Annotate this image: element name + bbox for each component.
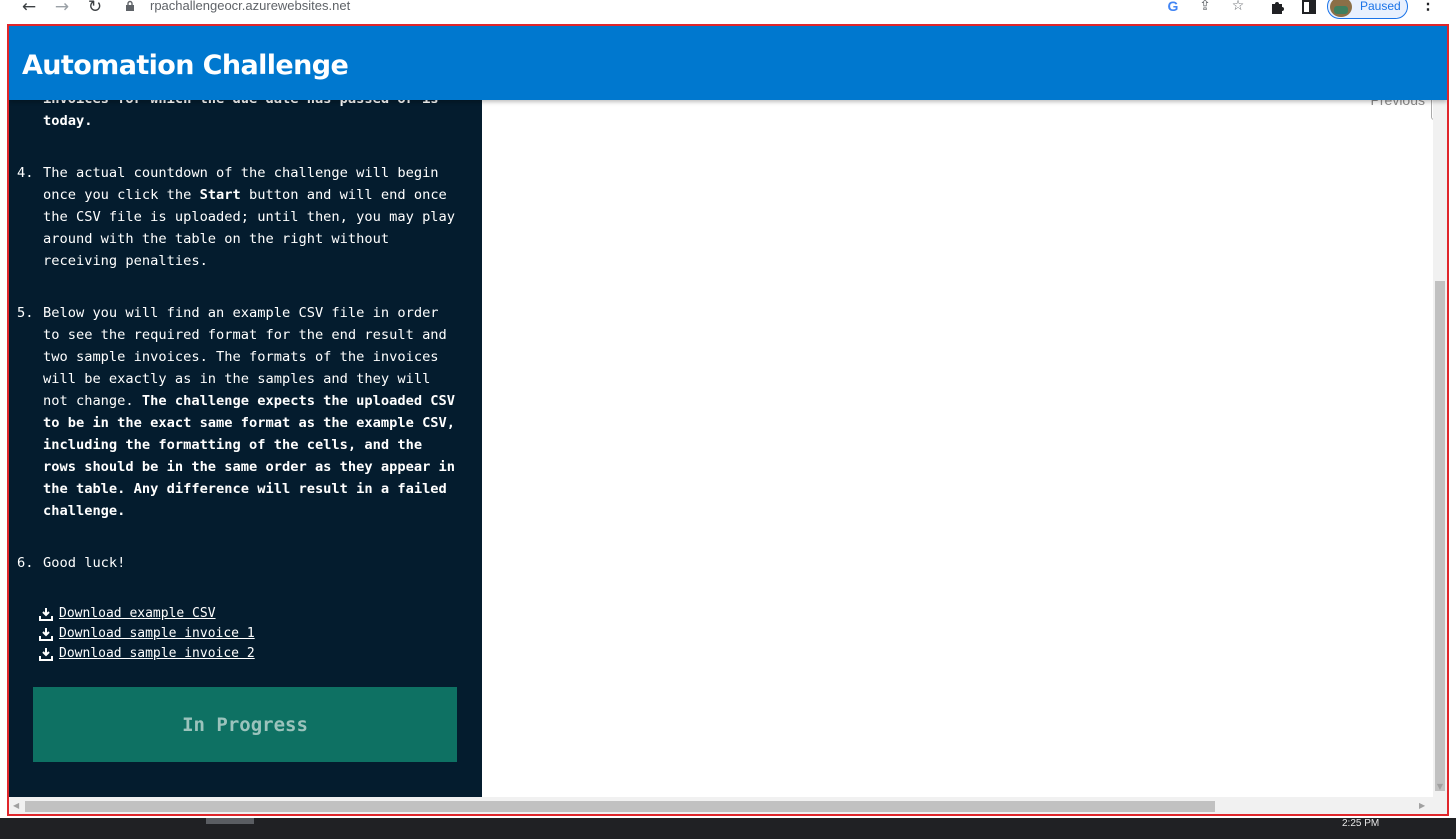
star-icon[interactable]: ☆ [1229,0,1247,15]
share-icon[interactable]: ⇪ [1196,0,1214,15]
address-bar-url[interactable]: rpachallengeocr.azurewebsites.net [150,0,350,13]
download-sample-invoice-2-link[interactable]: Download sample invoice 2 [39,644,255,664]
table-content-area: Previous [482,92,1441,797]
profile-status: Paused [1360,0,1401,13]
instruction-number: 4. [17,165,34,181]
browser-toolbar: ← → ↻ rpachallengeocr.azurewebsites.net … [0,0,1456,22]
horizontal-scrollbar-thumb[interactable] [25,801,1215,812]
instruction-text: today. [43,113,93,129]
download-icon [39,608,53,621]
instructions-sidebar: invoices for which the due date has pass… [9,100,482,797]
download-icon [39,628,53,641]
download-example-csv-link[interactable]: Download example CSV [39,604,255,624]
page-viewport: Automation Challenge invoices for which … [7,24,1449,816]
back-arrow-icon[interactable]: ← [18,0,40,16]
extensions-icon[interactable] [1268,0,1286,15]
download-links: Download example CSV Download sample inv… [39,604,255,664]
download-icon [39,648,53,661]
download-sample-invoice-1-link[interactable]: Download sample invoice 1 [39,624,255,644]
lock-icon[interactable] [124,0,136,12]
menu-icon[interactable]: ⋮ [1420,0,1436,14]
instruction-partial-line: invoices for which the due date has pass… [43,100,439,110]
scroll-right-icon[interactable]: ▶ [1419,801,1425,811]
instruction-text: Below you will find an example CSV file … [43,302,463,522]
page-title: Automation Challenge [22,50,349,81]
forward-arrow-icon[interactable]: → [51,0,73,16]
download-link-label: Download example CSV [59,606,216,621]
instruction-number: 5. [17,305,34,321]
instruction-number: 6. [17,555,34,571]
instruction-text: Good luck! [43,555,126,571]
instruction-bold-warning: The challenge expects the uploaded CSV t… [43,393,456,519]
profile-button[interactable]: Paused [1327,0,1408,19]
scroll-down-icon[interactable]: ▼ [1436,783,1444,791]
side-panel-icon[interactable] [1300,0,1318,15]
vertical-scrollbar[interactable]: ▲ ▼ [1433,26,1447,797]
download-link-label: Download sample invoice 2 [59,646,255,661]
reload-icon[interactable]: ↻ [84,0,106,16]
download-link-label: Download sample invoice 1 [59,626,255,641]
horizontal-scrollbar[interactable]: ◀ ▶ [9,797,1447,814]
taskbar-clock: 2:25 PM [1342,818,1380,829]
instruction-text: The actual countdown of the challenge wi… [43,162,463,272]
scroll-left-icon[interactable]: ◀ [13,801,19,811]
app-header: Automation Challenge [9,26,1447,100]
vertical-scrollbar-thumb[interactable] [1435,281,1445,791]
taskbar-app-indicator[interactable] [206,818,254,824]
instruction-bold-start: Start [199,187,241,203]
avatar [1330,0,1352,17]
google-icon[interactable]: G [1164,0,1182,15]
os-taskbar: 2:25 PM [0,818,1456,839]
in-progress-button[interactable]: In Progress [33,687,457,762]
